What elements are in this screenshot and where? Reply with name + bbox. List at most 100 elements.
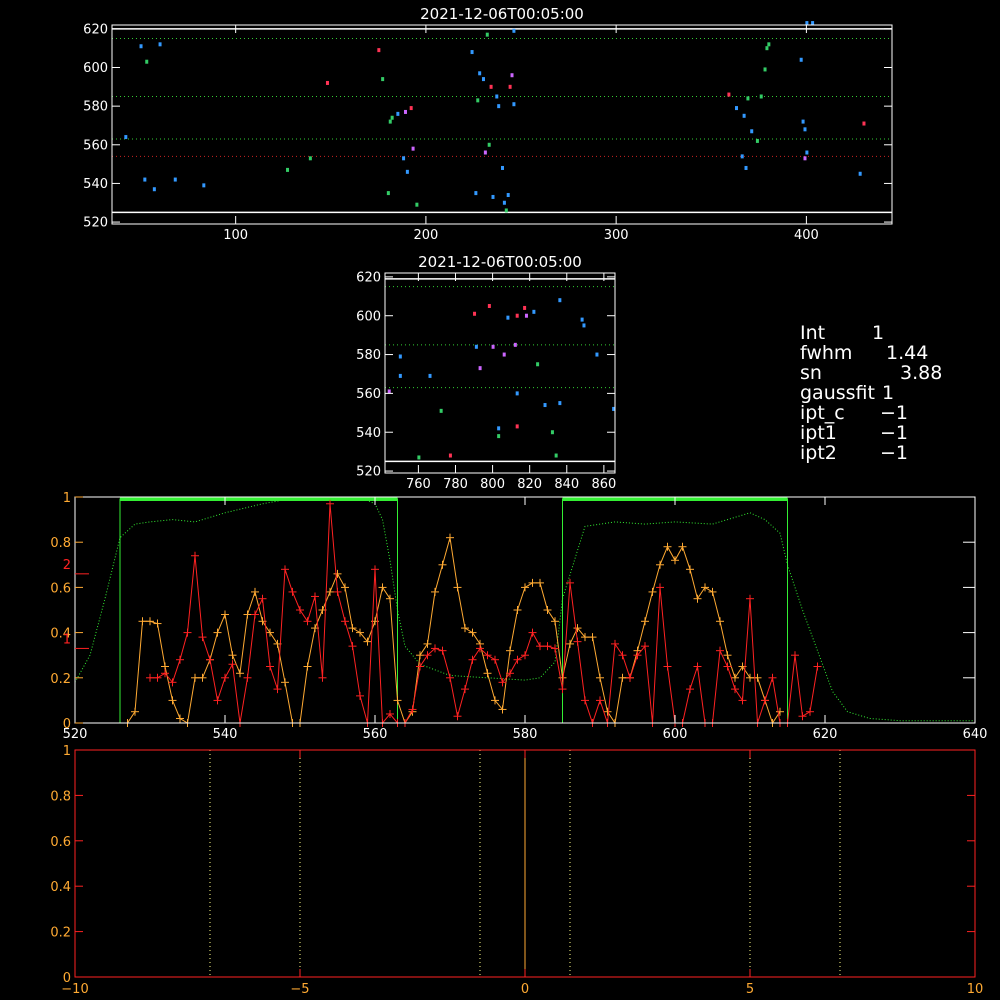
info-key: gaussfit [800, 382, 875, 404]
data-point [763, 67, 767, 72]
data-point [759, 94, 763, 99]
data-point [474, 344, 478, 349]
x-tick-label: 760 [406, 477, 431, 492]
y-tick-label: 0.8 [50, 789, 71, 804]
data-point [755, 138, 759, 143]
data-point [143, 177, 147, 182]
data-point [386, 191, 390, 196]
data-point [487, 142, 491, 147]
data-point [805, 21, 809, 26]
data-point [398, 373, 402, 378]
data-point [145, 59, 149, 64]
data-point [152, 187, 156, 192]
x-tick-label: 100 [223, 228, 248, 243]
data-point [742, 113, 746, 118]
data-point [139, 44, 143, 49]
data-point [515, 313, 519, 318]
data-point [485, 32, 489, 37]
data-point [515, 424, 519, 429]
y-tick-label: 540 [83, 177, 108, 192]
y-tick-label: 540 [356, 426, 381, 441]
data-point [558, 401, 562, 406]
x-tick-label: 5 [746, 982, 754, 997]
data-point [478, 366, 482, 371]
data-point [473, 311, 477, 316]
data-point [735, 106, 738, 111]
info-row-gaussfit: gaussfit 1 [800, 383, 942, 403]
x-tick-label: 800 [480, 477, 505, 492]
info-key: ipt_c [800, 402, 845, 424]
y-tick-label: 560 [83, 138, 108, 153]
data-point [387, 389, 391, 394]
info-row-int: Int 1 [800, 323, 942, 343]
spectrum-plot-panel: 520 540 560 580 600 620 64000.20.40.60.8121 [50, 491, 987, 742]
y-tick-label: 620 [356, 270, 381, 285]
x-tick-label: 620 [813, 727, 838, 742]
data-point [495, 94, 499, 99]
info-row-ipt2: ipt2 −1 [800, 443, 942, 463]
x-tick-label: 860 [591, 477, 616, 492]
data-point [727, 92, 731, 97]
plot-frame [384, 272, 616, 474]
data-point [325, 80, 329, 85]
red-series-line [150, 503, 818, 725]
data-point [811, 21, 815, 26]
data-point [508, 84, 512, 89]
data-point [481, 77, 485, 82]
y-tick-label: 520 [83, 216, 108, 231]
data-point [504, 208, 508, 213]
x-tick-label: 820 [517, 477, 542, 492]
info-value: 3.88 [900, 362, 943, 384]
x-tick-label: 640 [963, 727, 988, 742]
y-tick-label: 620 [83, 22, 108, 37]
data-point [428, 373, 432, 378]
data-point [740, 154, 744, 159]
window-band [562, 498, 788, 724]
info-value: 1 [882, 382, 895, 404]
data-point [513, 342, 517, 347]
data-point [417, 455, 421, 460]
data-point [767, 42, 771, 47]
y-tick-label: 580 [83, 100, 108, 115]
y-tick-label: 0 [63, 717, 71, 732]
info-value: 1 [872, 322, 885, 344]
data-point [744, 165, 748, 170]
y-tick-label: 0.2 [50, 672, 71, 687]
data-point [388, 119, 392, 124]
info-value: −1 [880, 442, 909, 464]
y-tick-label: 0.6 [50, 581, 71, 596]
info-panel: Int 1 fwhm 1.44 sn 3.88 gaussfit 1 ipt_c −1 i… [800, 323, 942, 463]
x-tick-label: −5 [290, 982, 309, 997]
info-key: fwhm [800, 342, 853, 364]
x-tick-label: 300 [604, 228, 629, 243]
x-tick-label: 580 [513, 727, 538, 742]
data-point [381, 77, 385, 82]
data-point [478, 71, 482, 76]
data-point [750, 129, 754, 134]
data-point [398, 354, 402, 359]
data-point [396, 111, 400, 116]
info-row-sn: sn 3.88 [800, 363, 942, 383]
data-point [523, 305, 527, 310]
data-point [476, 98, 480, 103]
y-tick-label: 600 [356, 309, 381, 324]
data-point [415, 202, 419, 207]
data-point [765, 46, 769, 51]
data-point [803, 127, 807, 132]
data-point [308, 156, 312, 161]
data-point [502, 352, 506, 357]
secondary-y-tick-label: 1 [63, 632, 71, 647]
data-point [582, 323, 586, 328]
data-point [502, 200, 506, 205]
info-row-ipt-c: ipt_c −1 [800, 403, 942, 423]
data-point [405, 169, 409, 174]
info-key: Int [800, 322, 826, 344]
y-tick-label: 0.2 [50, 926, 71, 941]
info-key: sn [800, 362, 822, 384]
info-key: ipt2 [800, 442, 837, 464]
secondary-y-tick-label: 2 [63, 558, 71, 573]
chart-title: 2021-12-06T00:05:00 [420, 5, 584, 23]
data-point [497, 104, 501, 109]
x-tick-label: 560 [363, 727, 388, 742]
data-point [746, 96, 750, 101]
